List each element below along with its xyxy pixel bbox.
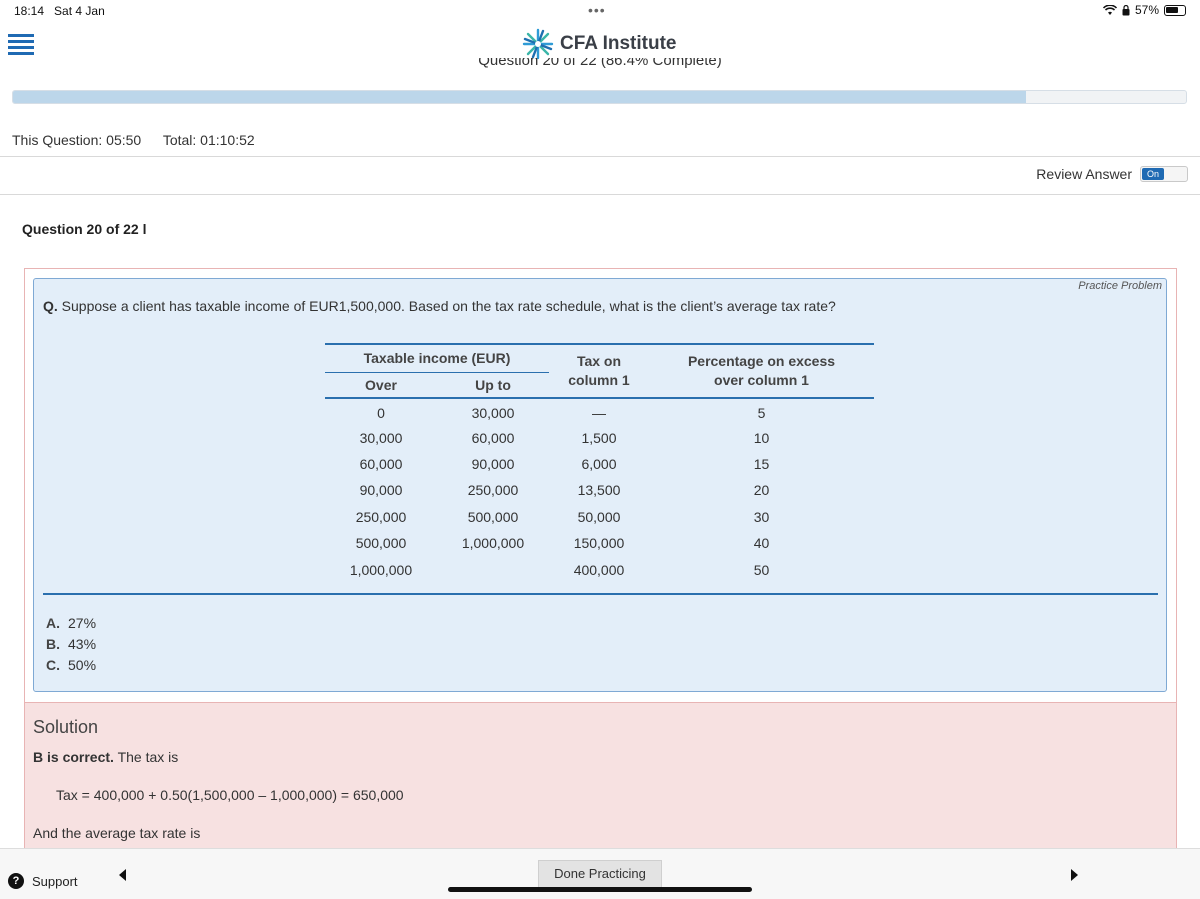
review-answer-label: Review Answer (1036, 166, 1132, 182)
status-right: 57% (1102, 3, 1186, 17)
table-cell: 15 (753, 455, 770, 472)
divider (0, 194, 1200, 195)
table-cell: 0 (325, 396, 437, 425)
practice-problem-box: Practice Problem Q. Suppose a client has… (33, 278, 1167, 692)
table-cell: 90,000 (359, 482, 403, 499)
table-cell: 500,000 (355, 535, 407, 552)
table-cell: 400,000 (573, 561, 625, 578)
table-cell (437, 556, 549, 582)
status-time: 18:14 Sat 4 Jan (14, 4, 105, 18)
home-indicator[interactable] (448, 887, 752, 892)
footer-bar: ? Support Done Practicing (0, 848, 1200, 899)
table-cell: 250,000 (355, 508, 407, 525)
question-body: Suppose a client has taxable income of E… (61, 298, 836, 314)
table-cell: 6,000 (581, 455, 617, 472)
table-cell: — (549, 396, 649, 425)
table-cell: 40 (753, 535, 770, 552)
solution-average: And the average tax rate is (33, 825, 201, 841)
question-prefix: Q. (43, 298, 58, 314)
table-cell: 150,000 (573, 535, 625, 552)
header-up-to: Up to (475, 376, 511, 393)
toggle-on-label: On (1142, 168, 1164, 180)
solution-title: Solution (33, 717, 99, 737)
table-cell: 500,000 (467, 508, 519, 525)
cfa-logo: CFA Institute (522, 28, 676, 60)
table-cell: 60,000 (359, 455, 403, 472)
lock-rotation-icon (1122, 4, 1130, 15)
table-row: 0 30,000—5 (325, 396, 874, 425)
this-question-timer: This Question: 05:50 (12, 132, 142, 148)
table-cell: 1,000,000 (461, 535, 525, 552)
header-tax-on: Tax on column 1 (549, 343, 649, 398)
question-counter-text: Question 20 of 22 (86.4% Complete) (478, 58, 722, 69)
question-text: Q. Suppose a client has taxable income o… (43, 298, 836, 314)
solution-equation: Tax = 400,000 + 0.50(1,500,000 – 1,000,0… (56, 787, 404, 803)
table-row: 250,000 500,000 50,000 30 (325, 504, 874, 530)
table-cell: 30 (753, 508, 770, 525)
solution-panel: Solution B is correct. The tax is Tax = … (25, 702, 1176, 868)
table-cell: 10 (753, 429, 770, 446)
table-cell: 250,000 (467, 482, 519, 499)
logo-text: CFA Institute (560, 33, 677, 54)
table-row: 30,000 60,000 1,500 10 (325, 424, 874, 450)
solution-intro: B is correct. The tax is (33, 749, 179, 765)
table-cell: 1,000,000 (349, 561, 413, 578)
total-timer: Total: 01:10:52 (162, 132, 255, 148)
table-row: 60,000 90,000 6,000 15 (325, 451, 874, 477)
next-arrow-icon[interactable] (1071, 869, 1078, 881)
question-counter: Question 20 of 22 (86.4% Complete) (0, 58, 1200, 72)
table-cell: 30,000 (359, 429, 403, 446)
option-b[interactable]: B. 43% (46, 634, 96, 655)
support-label: Support (32, 873, 78, 889)
battery-percent: 57% (1134, 3, 1159, 17)
cfa-logo-icon (522, 28, 554, 60)
wifi-icon (1102, 4, 1117, 15)
support-link[interactable]: ? Support (8, 873, 78, 889)
multitask-dots[interactable]: ••• (588, 2, 606, 18)
header-taxable-income: Taxable income (EUR) (325, 343, 549, 373)
table-row: 500,000 1,000,000 150,000 40 (325, 530, 874, 556)
header-over: Over (365, 376, 397, 393)
table-cell: 5 (649, 396, 874, 425)
question-title: Question 20 of 22 l (22, 221, 147, 237)
header-percentage: Percentage on excess over column 1 (649, 343, 874, 398)
table-row: 90,000 250,000 13,500 20 (325, 477, 874, 503)
table-cell: 90,000 (471, 455, 515, 472)
table-bottom-rule (43, 593, 1158, 595)
review-answer-toggle[interactable]: On (1140, 166, 1188, 182)
status-bar: 18:14 Sat 4 Jan ••• 57% (0, 0, 1200, 22)
table-cell: 1,500 (581, 429, 617, 446)
menu-icon[interactable] (8, 34, 34, 56)
table-cell: 20 (753, 482, 770, 499)
help-icon: ? (8, 873, 24, 889)
table-cell: 30,000 (437, 396, 549, 425)
review-answer: Review Answer On (1036, 166, 1188, 182)
divider (0, 156, 1200, 157)
table-cell: 60,000 (471, 429, 515, 446)
option-c[interactable]: C. 50% (46, 655, 96, 676)
tax-rate-table: Taxable income (EUR) Tax on column 1 Perc… (325, 343, 874, 583)
table-row: 1,000,000 400,000 50 (325, 556, 874, 582)
tax-table-body: 0 30,000—5 30,000 60,000 1,500 10 60,000 90,000… (325, 396, 874, 583)
timers: This Question: 05:50 Total: 01:10:52 (12, 132, 273, 148)
done-practicing-button[interactable]: Done Practicing (538, 860, 662, 888)
practice-problem-tag: Practice Problem (1078, 280, 1162, 292)
table-cell: 13,500 (577, 482, 621, 499)
progress-fill (13, 91, 1027, 103)
battery-icon (1164, 4, 1186, 16)
option-a[interactable]: A. 27% (46, 613, 96, 634)
table-cell: 50,000 (577, 508, 621, 525)
answer-options: A. 27% B. 43% C. 50% (46, 613, 96, 676)
previous-arrow-icon[interactable] (119, 869, 126, 881)
table-cell: 50 (753, 561, 770, 578)
progress-bar (12, 90, 1187, 104)
